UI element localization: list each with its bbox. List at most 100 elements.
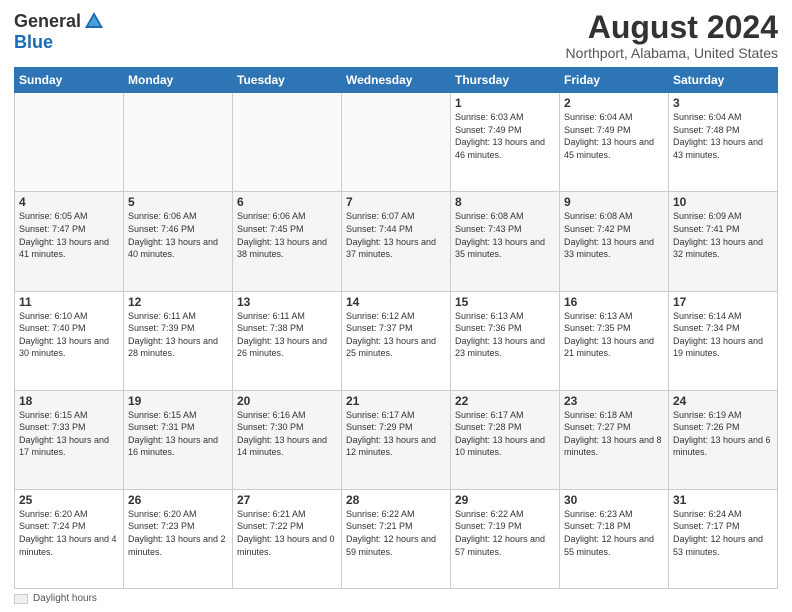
logo-icon	[83, 10, 105, 32]
calendar-cell: 14Sunrise: 6:12 AM Sunset: 7:37 PM Dayli…	[342, 291, 451, 390]
day-info: Sunrise: 6:14 AM Sunset: 7:34 PM Dayligh…	[673, 310, 773, 360]
day-number: 29	[455, 493, 555, 507]
daylight-box	[14, 594, 28, 604]
day-number: 5	[128, 195, 228, 209]
day-number: 27	[237, 493, 337, 507]
calendar-cell	[233, 93, 342, 192]
day-number: 2	[564, 96, 664, 110]
day-number: 15	[455, 295, 555, 309]
day-number: 16	[564, 295, 664, 309]
day-info: Sunrise: 6:08 AM Sunset: 7:42 PM Dayligh…	[564, 210, 664, 260]
day-info: Sunrise: 6:07 AM Sunset: 7:44 PM Dayligh…	[346, 210, 446, 260]
calendar-cell: 13Sunrise: 6:11 AM Sunset: 7:38 PM Dayli…	[233, 291, 342, 390]
day-number: 30	[564, 493, 664, 507]
calendar-cell: 20Sunrise: 6:16 AM Sunset: 7:30 PM Dayli…	[233, 390, 342, 489]
calendar-day-header: Thursday	[451, 68, 560, 93]
calendar-cell: 3Sunrise: 6:04 AM Sunset: 7:48 PM Daylig…	[669, 93, 778, 192]
day-info: Sunrise: 6:05 AM Sunset: 7:47 PM Dayligh…	[19, 210, 119, 260]
calendar-body: 1Sunrise: 6:03 AM Sunset: 7:49 PM Daylig…	[15, 93, 778, 589]
calendar-cell: 24Sunrise: 6:19 AM Sunset: 7:26 PM Dayli…	[669, 390, 778, 489]
day-info: Sunrise: 6:12 AM Sunset: 7:37 PM Dayligh…	[346, 310, 446, 360]
calendar-day-header: Friday	[560, 68, 669, 93]
day-number: 8	[455, 195, 555, 209]
day-info: Sunrise: 6:17 AM Sunset: 7:28 PM Dayligh…	[455, 409, 555, 459]
calendar-week-row: 11Sunrise: 6:10 AM Sunset: 7:40 PM Dayli…	[15, 291, 778, 390]
calendar-cell: 9Sunrise: 6:08 AM Sunset: 7:42 PM Daylig…	[560, 192, 669, 291]
day-number: 21	[346, 394, 446, 408]
calendar-cell: 11Sunrise: 6:10 AM Sunset: 7:40 PM Dayli…	[15, 291, 124, 390]
day-number: 19	[128, 394, 228, 408]
day-number: 22	[455, 394, 555, 408]
calendar-cell: 8Sunrise: 6:08 AM Sunset: 7:43 PM Daylig…	[451, 192, 560, 291]
calendar-cell: 27Sunrise: 6:21 AM Sunset: 7:22 PM Dayli…	[233, 489, 342, 588]
calendar-cell: 30Sunrise: 6:23 AM Sunset: 7:18 PM Dayli…	[560, 489, 669, 588]
calendar-week-row: 18Sunrise: 6:15 AM Sunset: 7:33 PM Dayli…	[15, 390, 778, 489]
calendar-week-row: 25Sunrise: 6:20 AM Sunset: 7:24 PM Dayli…	[15, 489, 778, 588]
day-info: Sunrise: 6:22 AM Sunset: 7:21 PM Dayligh…	[346, 508, 446, 558]
calendar-cell	[15, 93, 124, 192]
day-info: Sunrise: 6:13 AM Sunset: 7:35 PM Dayligh…	[564, 310, 664, 360]
calendar-day-header: Sunday	[15, 68, 124, 93]
calendar-cell: 1Sunrise: 6:03 AM Sunset: 7:49 PM Daylig…	[451, 93, 560, 192]
day-number: 28	[346, 493, 446, 507]
calendar-week-row: 4Sunrise: 6:05 AM Sunset: 7:47 PM Daylig…	[15, 192, 778, 291]
page: General Blue August 2024 Northport, Alab…	[0, 0, 792, 612]
day-info: Sunrise: 6:21 AM Sunset: 7:22 PM Dayligh…	[237, 508, 337, 558]
calendar-cell: 21Sunrise: 6:17 AM Sunset: 7:29 PM Dayli…	[342, 390, 451, 489]
day-number: 26	[128, 493, 228, 507]
title-area: August 2024 Northport, Alabama, United S…	[566, 10, 778, 61]
day-info: Sunrise: 6:04 AM Sunset: 7:49 PM Dayligh…	[564, 111, 664, 161]
day-number: 13	[237, 295, 337, 309]
calendar-table: SundayMondayTuesdayWednesdayThursdayFrid…	[14, 67, 778, 589]
subtitle: Northport, Alabama, United States	[566, 45, 778, 61]
calendar-cell: 23Sunrise: 6:18 AM Sunset: 7:27 PM Dayli…	[560, 390, 669, 489]
day-number: 31	[673, 493, 773, 507]
header: General Blue August 2024 Northport, Alab…	[14, 10, 778, 61]
day-number: 6	[237, 195, 337, 209]
day-info: Sunrise: 6:23 AM Sunset: 7:18 PM Dayligh…	[564, 508, 664, 558]
calendar-cell: 10Sunrise: 6:09 AM Sunset: 7:41 PM Dayli…	[669, 192, 778, 291]
day-number: 4	[19, 195, 119, 209]
day-info: Sunrise: 6:11 AM Sunset: 7:38 PM Dayligh…	[237, 310, 337, 360]
calendar-cell: 19Sunrise: 6:15 AM Sunset: 7:31 PM Dayli…	[124, 390, 233, 489]
calendar-cell: 26Sunrise: 6:20 AM Sunset: 7:23 PM Dayli…	[124, 489, 233, 588]
day-info: Sunrise: 6:15 AM Sunset: 7:33 PM Dayligh…	[19, 409, 119, 459]
day-info: Sunrise: 6:18 AM Sunset: 7:27 PM Dayligh…	[564, 409, 664, 459]
calendar-header-row: SundayMondayTuesdayWednesdayThursdayFrid…	[15, 68, 778, 93]
day-info: Sunrise: 6:10 AM Sunset: 7:40 PM Dayligh…	[19, 310, 119, 360]
day-number: 11	[19, 295, 119, 309]
day-number: 20	[237, 394, 337, 408]
day-info: Sunrise: 6:20 AM Sunset: 7:23 PM Dayligh…	[128, 508, 228, 558]
logo: General Blue	[14, 10, 105, 53]
day-number: 14	[346, 295, 446, 309]
calendar-cell: 29Sunrise: 6:22 AM Sunset: 7:19 PM Dayli…	[451, 489, 560, 588]
logo-general: General	[14, 11, 81, 32]
calendar-cell: 2Sunrise: 6:04 AM Sunset: 7:49 PM Daylig…	[560, 93, 669, 192]
calendar-cell: 22Sunrise: 6:17 AM Sunset: 7:28 PM Dayli…	[451, 390, 560, 489]
calendar-cell: 17Sunrise: 6:14 AM Sunset: 7:34 PM Dayli…	[669, 291, 778, 390]
calendar-day-header: Monday	[124, 68, 233, 93]
day-info: Sunrise: 6:04 AM Sunset: 7:48 PM Dayligh…	[673, 111, 773, 161]
calendar-week-row: 1Sunrise: 6:03 AM Sunset: 7:49 PM Daylig…	[15, 93, 778, 192]
calendar-cell	[342, 93, 451, 192]
calendar-cell: 31Sunrise: 6:24 AM Sunset: 7:17 PM Dayli…	[669, 489, 778, 588]
calendar-day-header: Saturday	[669, 68, 778, 93]
day-number: 12	[128, 295, 228, 309]
day-info: Sunrise: 6:06 AM Sunset: 7:46 PM Dayligh…	[128, 210, 228, 260]
calendar-cell: 5Sunrise: 6:06 AM Sunset: 7:46 PM Daylig…	[124, 192, 233, 291]
calendar-day-header: Tuesday	[233, 68, 342, 93]
calendar-cell: 12Sunrise: 6:11 AM Sunset: 7:39 PM Dayli…	[124, 291, 233, 390]
day-number: 9	[564, 195, 664, 209]
day-number: 24	[673, 394, 773, 408]
day-number: 23	[564, 394, 664, 408]
calendar-cell: 16Sunrise: 6:13 AM Sunset: 7:35 PM Dayli…	[560, 291, 669, 390]
calendar-cell	[124, 93, 233, 192]
day-info: Sunrise: 6:06 AM Sunset: 7:45 PM Dayligh…	[237, 210, 337, 260]
day-number: 1	[455, 96, 555, 110]
day-number: 7	[346, 195, 446, 209]
day-number: 25	[19, 493, 119, 507]
logo-blue: Blue	[14, 32, 53, 53]
day-info: Sunrise: 6:22 AM Sunset: 7:19 PM Dayligh…	[455, 508, 555, 558]
calendar-cell: 4Sunrise: 6:05 AM Sunset: 7:47 PM Daylig…	[15, 192, 124, 291]
calendar-cell: 15Sunrise: 6:13 AM Sunset: 7:36 PM Dayli…	[451, 291, 560, 390]
